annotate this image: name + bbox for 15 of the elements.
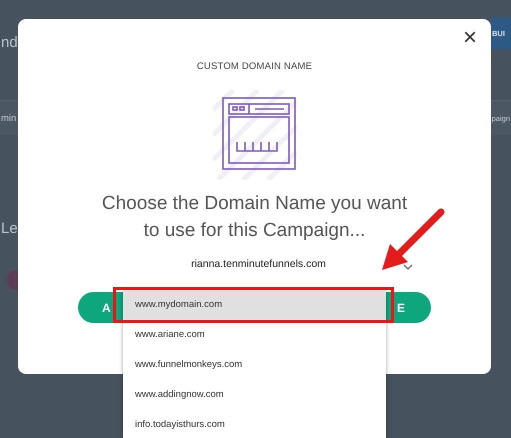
dropdown-option[interactable]: www.funnelmonkeys.com [123,350,386,380]
domain-select[interactable]: rianna.tenminutefunnels.com [191,258,326,270]
dropdown-option[interactable]: www.mydomain.com [123,290,386,320]
close-button[interactable]: × [458,25,481,51]
chevron-icon [402,264,412,270]
page-heading: nd [1,34,18,51]
browser-window-icon [212,90,296,180]
section-heading: Le [1,220,18,237]
dropdown-option[interactable]: www.ariane.com [123,320,386,350]
tab-label[interactable]: min [0,112,18,124]
dropdown-option[interactable]: www.addingnow.com [123,380,386,410]
dialog-title: CUSTOM DOMAIN NAME [196,61,312,72]
prompt-text: Choose the Domain Name you want to use for this Campaign... [100,192,408,243]
dropdown-option[interactable]: info.todayisthurs.com [123,410,386,438]
pointer-arrow [382,208,444,270]
